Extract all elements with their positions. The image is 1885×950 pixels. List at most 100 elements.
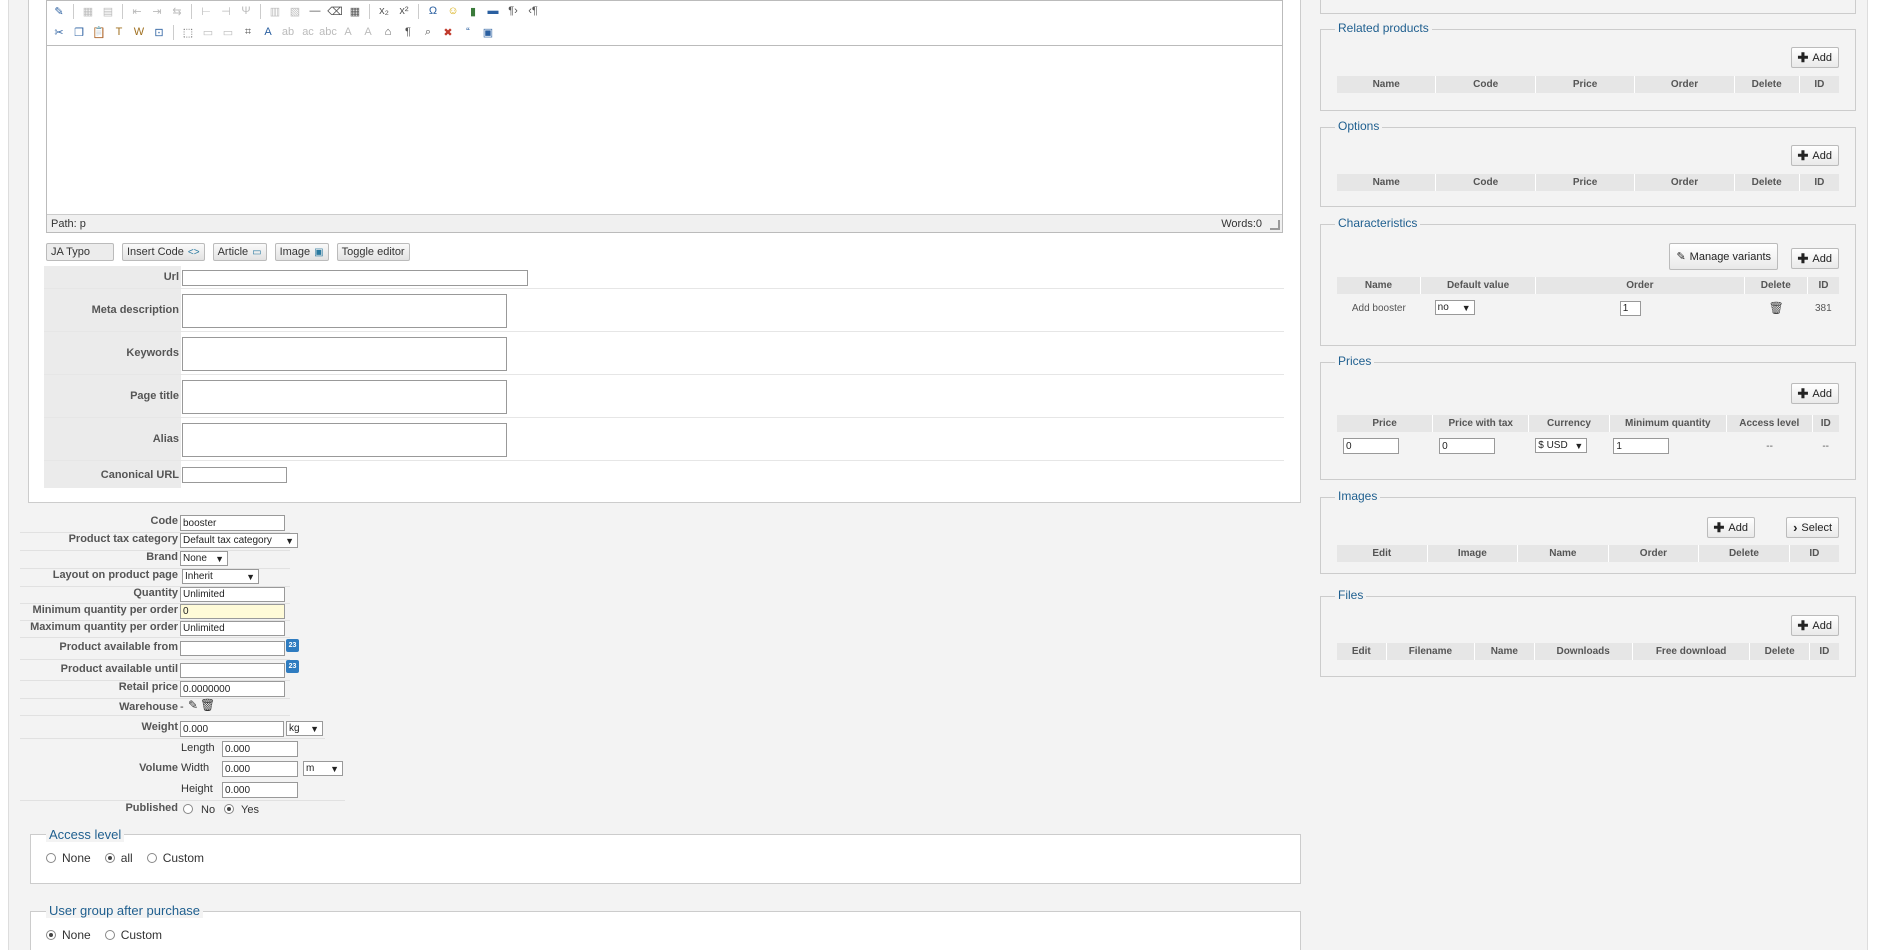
code-input[interactable] — [180, 515, 285, 531]
copy-icon[interactable]: ❐ — [71, 24, 87, 40]
rtl-icon[interactable]: ‹¶ — [525, 3, 541, 19]
ja-typo-button[interactable]: JA Typo — [46, 243, 114, 261]
row-delete-icon[interactable]: ⇆ — [169, 3, 185, 19]
canonical-input[interactable] — [182, 467, 287, 483]
prices-add-button[interactable]: ✚ Add — [1790, 383, 1839, 404]
table-props-icon[interactable]: ▤ — [100, 3, 116, 19]
meta-description-input[interactable] — [182, 294, 507, 328]
edit-icon[interactable]: ✎ — [51, 3, 67, 19]
manage-variants-button[interactable]: ✎ Manage variants — [1669, 243, 1778, 270]
weight-unit-select[interactable]: kg ▼ — [286, 721, 323, 736]
attribs-icon[interactable]: A — [340, 24, 356, 40]
paste-icon[interactable]: 📋 — [91, 24, 107, 40]
select-all-icon[interactable]: ⊡ — [151, 24, 167, 40]
max-qty-input[interactable] — [180, 621, 285, 636]
trash-icon[interactable]: 🗑 — [200, 698, 215, 712]
editor-content-area[interactable] — [47, 45, 1282, 215]
default-value-select[interactable]: no ▼ — [1434, 300, 1475, 315]
quantity-input[interactable] — [180, 587, 285, 602]
published-yes-radio[interactable] — [224, 803, 234, 815]
url-input[interactable] — [182, 270, 528, 286]
close-icon[interactable]: ✖ — [440, 24, 456, 40]
currency-select[interactable]: $ USD ▼ — [1535, 438, 1588, 453]
pilcrow-icon[interactable]: ¶ — [400, 24, 416, 40]
keywords-input[interactable] — [182, 337, 507, 371]
col-delete-icon[interactable]: Ψ — [238, 3, 254, 19]
style-icon[interactable]: A — [260, 24, 276, 40]
alias-input[interactable] — [182, 423, 507, 457]
ltr-icon[interactable]: ¶› — [505, 3, 521, 19]
related-add-button[interactable]: ✚ Add — [1790, 47, 1839, 68]
quote-icon[interactable]: “ — [460, 24, 476, 40]
calendar-icon[interactable]: 23 — [286, 639, 299, 652]
row-insert-icon[interactable]: ⇤ — [129, 3, 145, 19]
crop-icon[interactable]: ⌗ — [240, 24, 256, 40]
col-after-icon[interactable]: ⊣ — [218, 3, 234, 19]
smiley-icon[interactable]: ☺ — [445, 3, 461, 19]
image-button[interactable]: Image ▣ — [274, 243, 329, 261]
available-until-input[interactable] — [180, 663, 285, 678]
characteristic-id: 381 — [1814, 302, 1832, 314]
options-add-button[interactable]: ✚ Add — [1790, 145, 1839, 166]
subscript-icon[interactable]: x₂ — [376, 3, 392, 19]
abbr-icon[interactable]: ab — [280, 24, 296, 40]
abc-icon[interactable]: abc — [319, 24, 337, 40]
brand-select[interactable]: None ▼ — [180, 551, 228, 566]
pencil-icon[interactable]: ✎ — [188, 698, 198, 712]
tax-category-select[interactable]: Default tax category ▼ — [180, 533, 298, 548]
trash-icon[interactable]: 🗑 — [1745, 301, 1808, 315]
omega-icon[interactable]: Ω — [425, 3, 441, 19]
pagebreak-icon[interactable]: ▬ — [485, 3, 501, 19]
published-no-radio[interactable] — [183, 803, 193, 815]
anchor-box-icon[interactable]: ⬚ — [180, 24, 196, 40]
merge-cells-icon[interactable]: ▥ — [267, 3, 283, 19]
toggle-editor-button[interactable]: Toggle editor — [336, 243, 410, 261]
search-icon[interactable]: ⌕ — [420, 24, 436, 40]
page-title-input[interactable] — [182, 380, 507, 414]
resize-grip-icon[interactable] — [1270, 220, 1280, 230]
grid-icon[interactable]: ▦ — [347, 3, 363, 19]
access-all-radio[interactable] — [104, 853, 115, 863]
acronym-icon[interactable]: ac — [300, 24, 316, 40]
min-qty-input[interactable] — [180, 604, 285, 619]
available-from-input[interactable] — [180, 641, 285, 656]
length-input[interactable] — [222, 741, 298, 757]
images-select-button[interactable]: › Select — [1786, 517, 1839, 538]
template-icon[interactable]: ⌂ — [380, 24, 396, 40]
user-group-none-radio[interactable] — [46, 930, 56, 940]
price-with-tax-input[interactable] — [1439, 438, 1496, 454]
minimum-quantity-input[interactable] — [1613, 438, 1670, 454]
user-group-custom-radio[interactable] — [104, 930, 115, 940]
order-input[interactable] — [1619, 301, 1641, 316]
fullscreen-icon[interactable]: ▣ — [480, 24, 496, 40]
access-none-radio[interactable] — [46, 853, 56, 863]
row-after-icon[interactable]: ⇥ — [149, 3, 165, 19]
paste-word-icon[interactable]: W — [131, 24, 147, 40]
weight-input[interactable] — [180, 721, 284, 737]
layout-select[interactable]: Inherit ▼ — [182, 569, 259, 584]
cut-icon[interactable]: ✂ — [51, 24, 67, 40]
calendar-icon[interactable]: 23 — [286, 660, 299, 673]
col-before-icon[interactable]: ⊢ — [198, 3, 214, 19]
characteristics-add-button[interactable]: ✚ Add — [1790, 248, 1839, 269]
split-cells-icon[interactable]: ▧ — [287, 3, 303, 19]
superscript-icon[interactable]: x² — [396, 3, 412, 19]
retail-price-input[interactable] — [180, 681, 285, 697]
volume-unit-select[interactable]: m ▼ — [303, 761, 343, 776]
media-icon[interactable]: ▮ — [465, 3, 481, 19]
layer-back-icon[interactable]: ▭ — [220, 24, 236, 40]
article-button[interactable]: Article ▭ — [212, 243, 267, 261]
price-input[interactable] — [1343, 438, 1399, 454]
table-icon[interactable]: ▦ — [80, 3, 96, 19]
height-input[interactable] — [222, 782, 298, 798]
width-input[interactable] — [222, 761, 298, 777]
layer-icon[interactable]: ▭ — [200, 24, 216, 40]
paste-text-icon[interactable]: T — [111, 24, 127, 40]
access-custom-radio[interactable] — [146, 853, 157, 863]
horizontal-rule-icon[interactable]: — — [307, 3, 323, 19]
insert-code-button[interactable]: Insert Code <> — [122, 243, 205, 261]
files-add-button[interactable]: ✚ Add — [1790, 615, 1839, 636]
eraser-icon[interactable]: ⌫ — [327, 3, 343, 19]
font-icon[interactable]: A — [360, 24, 376, 40]
images-add-button[interactable]: ✚ Add — [1706, 517, 1755, 538]
